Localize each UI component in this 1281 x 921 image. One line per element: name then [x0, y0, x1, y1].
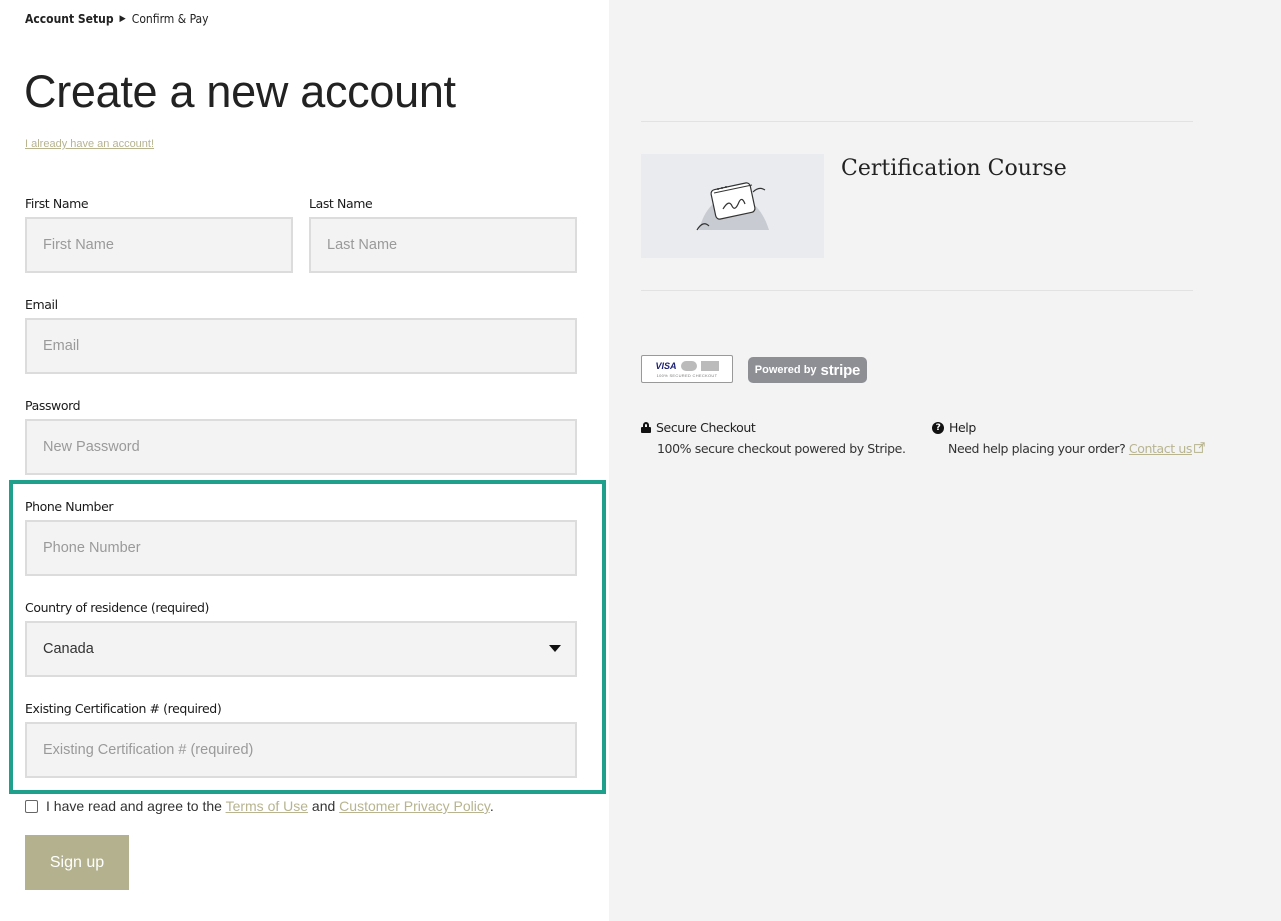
- contact-us-link[interactable]: Contact us: [1129, 441, 1205, 456]
- signup-form-panel: Account Setup ▶ Confirm & Pay Create a n…: [0, 0, 609, 921]
- breadcrumb: Account Setup ▶ Confirm & Pay: [25, 12, 209, 26]
- secured-checkout-text: 100% SECURED CHECKOUT: [656, 372, 718, 378]
- external-link-icon: [1194, 442, 1205, 453]
- phone-input[interactable]: [25, 520, 577, 576]
- terms-agreement: I have read and agree to the Terms of Us…: [25, 798, 494, 814]
- existing-account-link[interactable]: I already have an account!: [25, 138, 154, 150]
- course-title: Certification Course: [841, 156, 1067, 181]
- amex-icon: [700, 360, 719, 371]
- question-circle-icon: ?: [932, 421, 944, 434]
- first-name-label: First Name: [25, 196, 89, 211]
- breadcrumb-separator-icon: ▶: [119, 14, 126, 24]
- course-image-icon: [696, 182, 769, 231]
- caret-down-icon: [549, 645, 561, 652]
- password-input[interactable]: [25, 419, 577, 475]
- secure-checkout-body: 100% secure checkout powered by Stripe.: [657, 441, 906, 456]
- password-label: Password: [25, 398, 81, 413]
- terms-checkbox[interactable]: [25, 799, 38, 813]
- card-logos: VISA: [655, 360, 719, 371]
- last-name-label: Last Name: [309, 196, 373, 211]
- page-title: Create a new account: [24, 66, 456, 117]
- powered-by-stripe-badge: Powered by stripe: [748, 357, 867, 383]
- certification-input[interactable]: [25, 722, 577, 778]
- privacy-policy-link[interactable]: Customer Privacy Policy: [339, 798, 490, 814]
- lock-icon: [641, 422, 651, 433]
- terms-text: I have read and agree to the Terms of Us…: [46, 798, 494, 814]
- terms-suffix: .: [489, 798, 494, 814]
- divider-bottom: [641, 290, 1193, 291]
- country-label: Country of residence (required): [25, 600, 210, 615]
- certification-label: Existing Certification # (required): [25, 701, 222, 716]
- email-label: Email: [25, 297, 58, 312]
- email-input[interactable]: [25, 318, 577, 374]
- terms-prefix: I have read and agree to the: [46, 798, 222, 814]
- secure-checkout-info: Secure Checkout 100% secure checkout pow…: [641, 420, 906, 456]
- accepted-cards-badge: VISA 100% SECURED CHECKOUT: [641, 355, 733, 383]
- first-name-input[interactable]: [25, 217, 293, 273]
- terms-and: and: [311, 798, 336, 814]
- last-name-input[interactable]: [309, 217, 577, 273]
- course-thumbnail: [641, 154, 824, 258]
- secure-checkout-title: Secure Checkout: [656, 420, 756, 435]
- help-body: Need help placing your order?: [948, 441, 1126, 456]
- mastercard-icon: [680, 360, 697, 371]
- order-summary-panel: [609, 0, 1281, 921]
- signup-button[interactable]: Sign up: [25, 835, 129, 890]
- country-select-value: Canada: [43, 641, 94, 657]
- terms-of-use-link[interactable]: Terms of Use: [226, 798, 308, 814]
- help-info: ? Help Need help placing your order? Con…: [932, 420, 1205, 456]
- powered-by-text: Powered by: [754, 364, 817, 376]
- visa-logo: VISA: [655, 360, 677, 371]
- phone-label: Phone Number: [25, 499, 114, 514]
- stripe-logo: stripe: [820, 361, 861, 379]
- country-select[interactable]: Canada: [25, 621, 577, 677]
- breadcrumb-confirm-pay[interactable]: Confirm & Pay: [132, 12, 209, 26]
- breadcrumb-account-setup[interactable]: Account Setup: [25, 12, 114, 26]
- divider-top: [641, 121, 1193, 122]
- contact-us-text: Contact us: [1128, 441, 1192, 456]
- help-title: Help: [949, 420, 976, 435]
